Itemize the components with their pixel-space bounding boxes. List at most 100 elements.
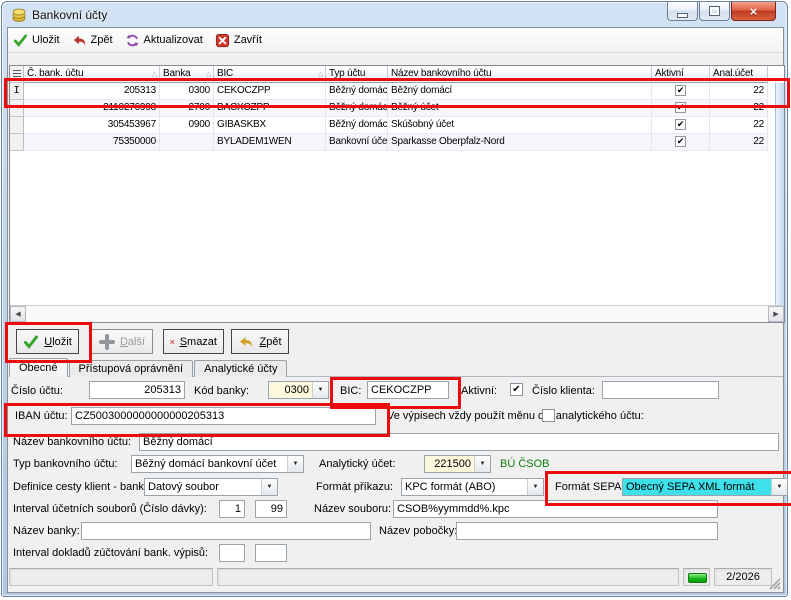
toolbar-close-label: Zavřít xyxy=(234,34,262,46)
check-icon xyxy=(23,334,39,350)
next-button-label: Další xyxy=(120,336,145,348)
next-button[interactable]: Další xyxy=(91,329,153,354)
analytic-account-note: BÚ ČSOB xyxy=(500,458,550,470)
sepa-format-label: Formát SEPA: xyxy=(555,481,624,493)
cell-account: 205313 xyxy=(24,83,160,100)
account-type-select[interactable]: Běžný domácí bankovní účet▼ xyxy=(131,455,304,473)
minimize-button[interactable] xyxy=(667,2,698,21)
maximize-icon xyxy=(710,7,719,15)
close-box-icon xyxy=(215,33,230,48)
cell-type: Běžný domácí ban xyxy=(326,83,388,100)
tab-general[interactable]: Obecné xyxy=(9,358,68,377)
grid-header-name[interactable]: Název bankovního účtu xyxy=(388,66,652,83)
cell-bic: BACXCZPP xyxy=(214,100,326,117)
batch-interval-from-input[interactable]: 1 xyxy=(219,500,245,518)
cell-active: ✔ xyxy=(652,100,710,117)
checkbox-checked-icon[interactable]: ✔ xyxy=(675,119,686,130)
branch-name-input[interactable] xyxy=(456,522,718,540)
chevron-down-icon: ▼ xyxy=(312,382,328,398)
analytic-account-label: Analytický účet: xyxy=(319,458,395,470)
table-row[interactable]: I 205313 0300 CEKOCZPP Běžný domácí ban … xyxy=(10,83,784,100)
save-button[interactable]: Uložit xyxy=(16,329,79,354)
list-icon xyxy=(13,70,21,78)
back-button[interactable]: Zpět xyxy=(231,329,289,354)
active-label: Aktivní: xyxy=(461,385,497,397)
cell-name: Běžný účet xyxy=(388,100,652,117)
cell-account: 305453967 xyxy=(24,117,160,134)
cell-type: Běžný domácí ban xyxy=(326,100,388,117)
toolbar-back-button[interactable]: Zpět xyxy=(72,33,113,48)
resize-grip[interactable] xyxy=(768,577,781,590)
toolbar-refresh-button[interactable]: Aktualizovat xyxy=(125,33,203,48)
grid-header-marker[interactable] xyxy=(10,66,24,83)
bank-code-label: Kód banky: xyxy=(194,385,249,397)
bank-name-input[interactable] xyxy=(81,522,371,540)
delete-button[interactable]: Smazat xyxy=(163,329,224,354)
bank-name-label: Název banky: xyxy=(13,525,80,537)
toolbar-close-button[interactable]: Zavřít xyxy=(215,33,262,48)
close-button[interactable]: × xyxy=(731,2,776,21)
status-led-icon xyxy=(688,573,707,583)
tab-permissions[interactable]: Přístupová oprávnění xyxy=(69,360,194,377)
back-arrow-icon xyxy=(238,334,254,350)
doc-interval-label: Interval dokladů zúčtování bank. výpisů: xyxy=(13,547,208,559)
account-number-input[interactable]: 205313 xyxy=(89,381,185,399)
scroll-left-icon[interactable]: ◀ xyxy=(10,306,26,322)
sort-asc-icon: △ xyxy=(206,70,211,78)
maximize-button[interactable] xyxy=(699,2,730,21)
checkbox-checked-icon[interactable]: ✔ xyxy=(675,102,686,113)
cell-type: Bankovní účet v z xyxy=(326,134,388,151)
scroll-right-icon[interactable]: ▶ xyxy=(768,306,784,322)
toolbar-save-button[interactable]: Uložit xyxy=(13,33,60,48)
checkbox-checked-icon[interactable]: ✔ xyxy=(675,85,686,96)
toolbar: Uložit Zpět Aktualizovat xyxy=(8,28,783,53)
minimize-icon xyxy=(677,13,688,18)
row-marker xyxy=(10,134,24,151)
doc-interval-to-input[interactable] xyxy=(255,544,287,562)
screenshot-root: Bankovní účty × Uložit Zpět xyxy=(0,0,791,600)
checkbox-checked-icon[interactable]: ✔ xyxy=(675,136,686,147)
vertical-scrollbar[interactable] xyxy=(775,83,784,306)
cell-active: ✔ xyxy=(652,134,710,151)
bic-input[interactable]: CEKOCZPP xyxy=(367,381,449,399)
tab-bar: Obecné Přístupová oprávnění Analytické ú… xyxy=(9,358,288,377)
bank-code-select[interactable]: 0300▼ xyxy=(268,381,329,399)
file-name-input[interactable]: CSOB%yymmdd%.kpc xyxy=(393,500,718,518)
cell-active: ✔ xyxy=(652,83,710,100)
table-row[interactable]: 305453967 0900 GIBASKBX Běžný domácí ban… xyxy=(10,117,784,134)
client-number-input[interactable] xyxy=(602,381,719,399)
grid-header-type[interactable]: Typ účtu xyxy=(326,66,388,83)
analytic-account-select[interactable]: 221500▼ xyxy=(424,455,491,473)
client-bank-path-select[interactable]: Datový soubor▼ xyxy=(144,478,278,496)
horizontal-scrollbar[interactable]: ◀ ▶ xyxy=(10,305,784,322)
row-marker xyxy=(10,100,24,117)
statement-currency-checkbox[interactable] xyxy=(542,409,555,422)
cell-name: Sparkasse Oberpfalz-Nord xyxy=(388,134,652,151)
cell-account: 2110276998 xyxy=(24,100,160,117)
table-row[interactable]: 2110276998 2700 BACXCZPP Běžný domácí ba… xyxy=(10,100,784,117)
back-button-label: Zpět xyxy=(259,336,281,348)
grid-header-account[interactable]: Č. bank. účtu△ xyxy=(24,66,160,83)
grid-header-anal[interactable]: Anal.účet xyxy=(710,66,768,83)
table-row[interactable]: 75350000 BYLADEM1WEN Bankovní účet v z S… xyxy=(10,134,784,151)
tab-analytic-accounts[interactable]: Analytické účty xyxy=(194,360,287,377)
account-name-input[interactable]: Běžný domácí xyxy=(139,433,779,451)
row-marker xyxy=(10,117,24,134)
order-format-select[interactable]: KPC formát (ABO)▼ xyxy=(401,478,544,496)
iban-input[interactable]: CZ5003000000000000205313 xyxy=(71,407,376,425)
plus-icon xyxy=(99,334,115,350)
cell-bic: BYLADEM1WEN xyxy=(214,134,326,151)
cell-anal: 22 xyxy=(710,83,768,100)
delete-x-icon xyxy=(170,334,175,350)
doc-interval-from-input[interactable] xyxy=(219,544,245,562)
grid-header-bic[interactable]: BIC△ xyxy=(214,66,326,83)
sepa-format-select[interactable]: Obecný SEPA XML formát▼ xyxy=(622,478,788,496)
grid-header-active[interactable]: Aktivní xyxy=(652,66,710,83)
batch-interval-to-input[interactable]: 99 xyxy=(255,500,287,518)
account-number-label: Číslo účtu: xyxy=(11,385,63,397)
active-checkbox[interactable]: ✔ xyxy=(510,383,523,396)
grid-header-bank[interactable]: Banka△ xyxy=(160,66,214,83)
coins-icon xyxy=(11,7,27,23)
cell-bic: GIBASKBX xyxy=(214,117,326,134)
title-bar[interactable]: Bankovní účty × xyxy=(2,2,787,27)
